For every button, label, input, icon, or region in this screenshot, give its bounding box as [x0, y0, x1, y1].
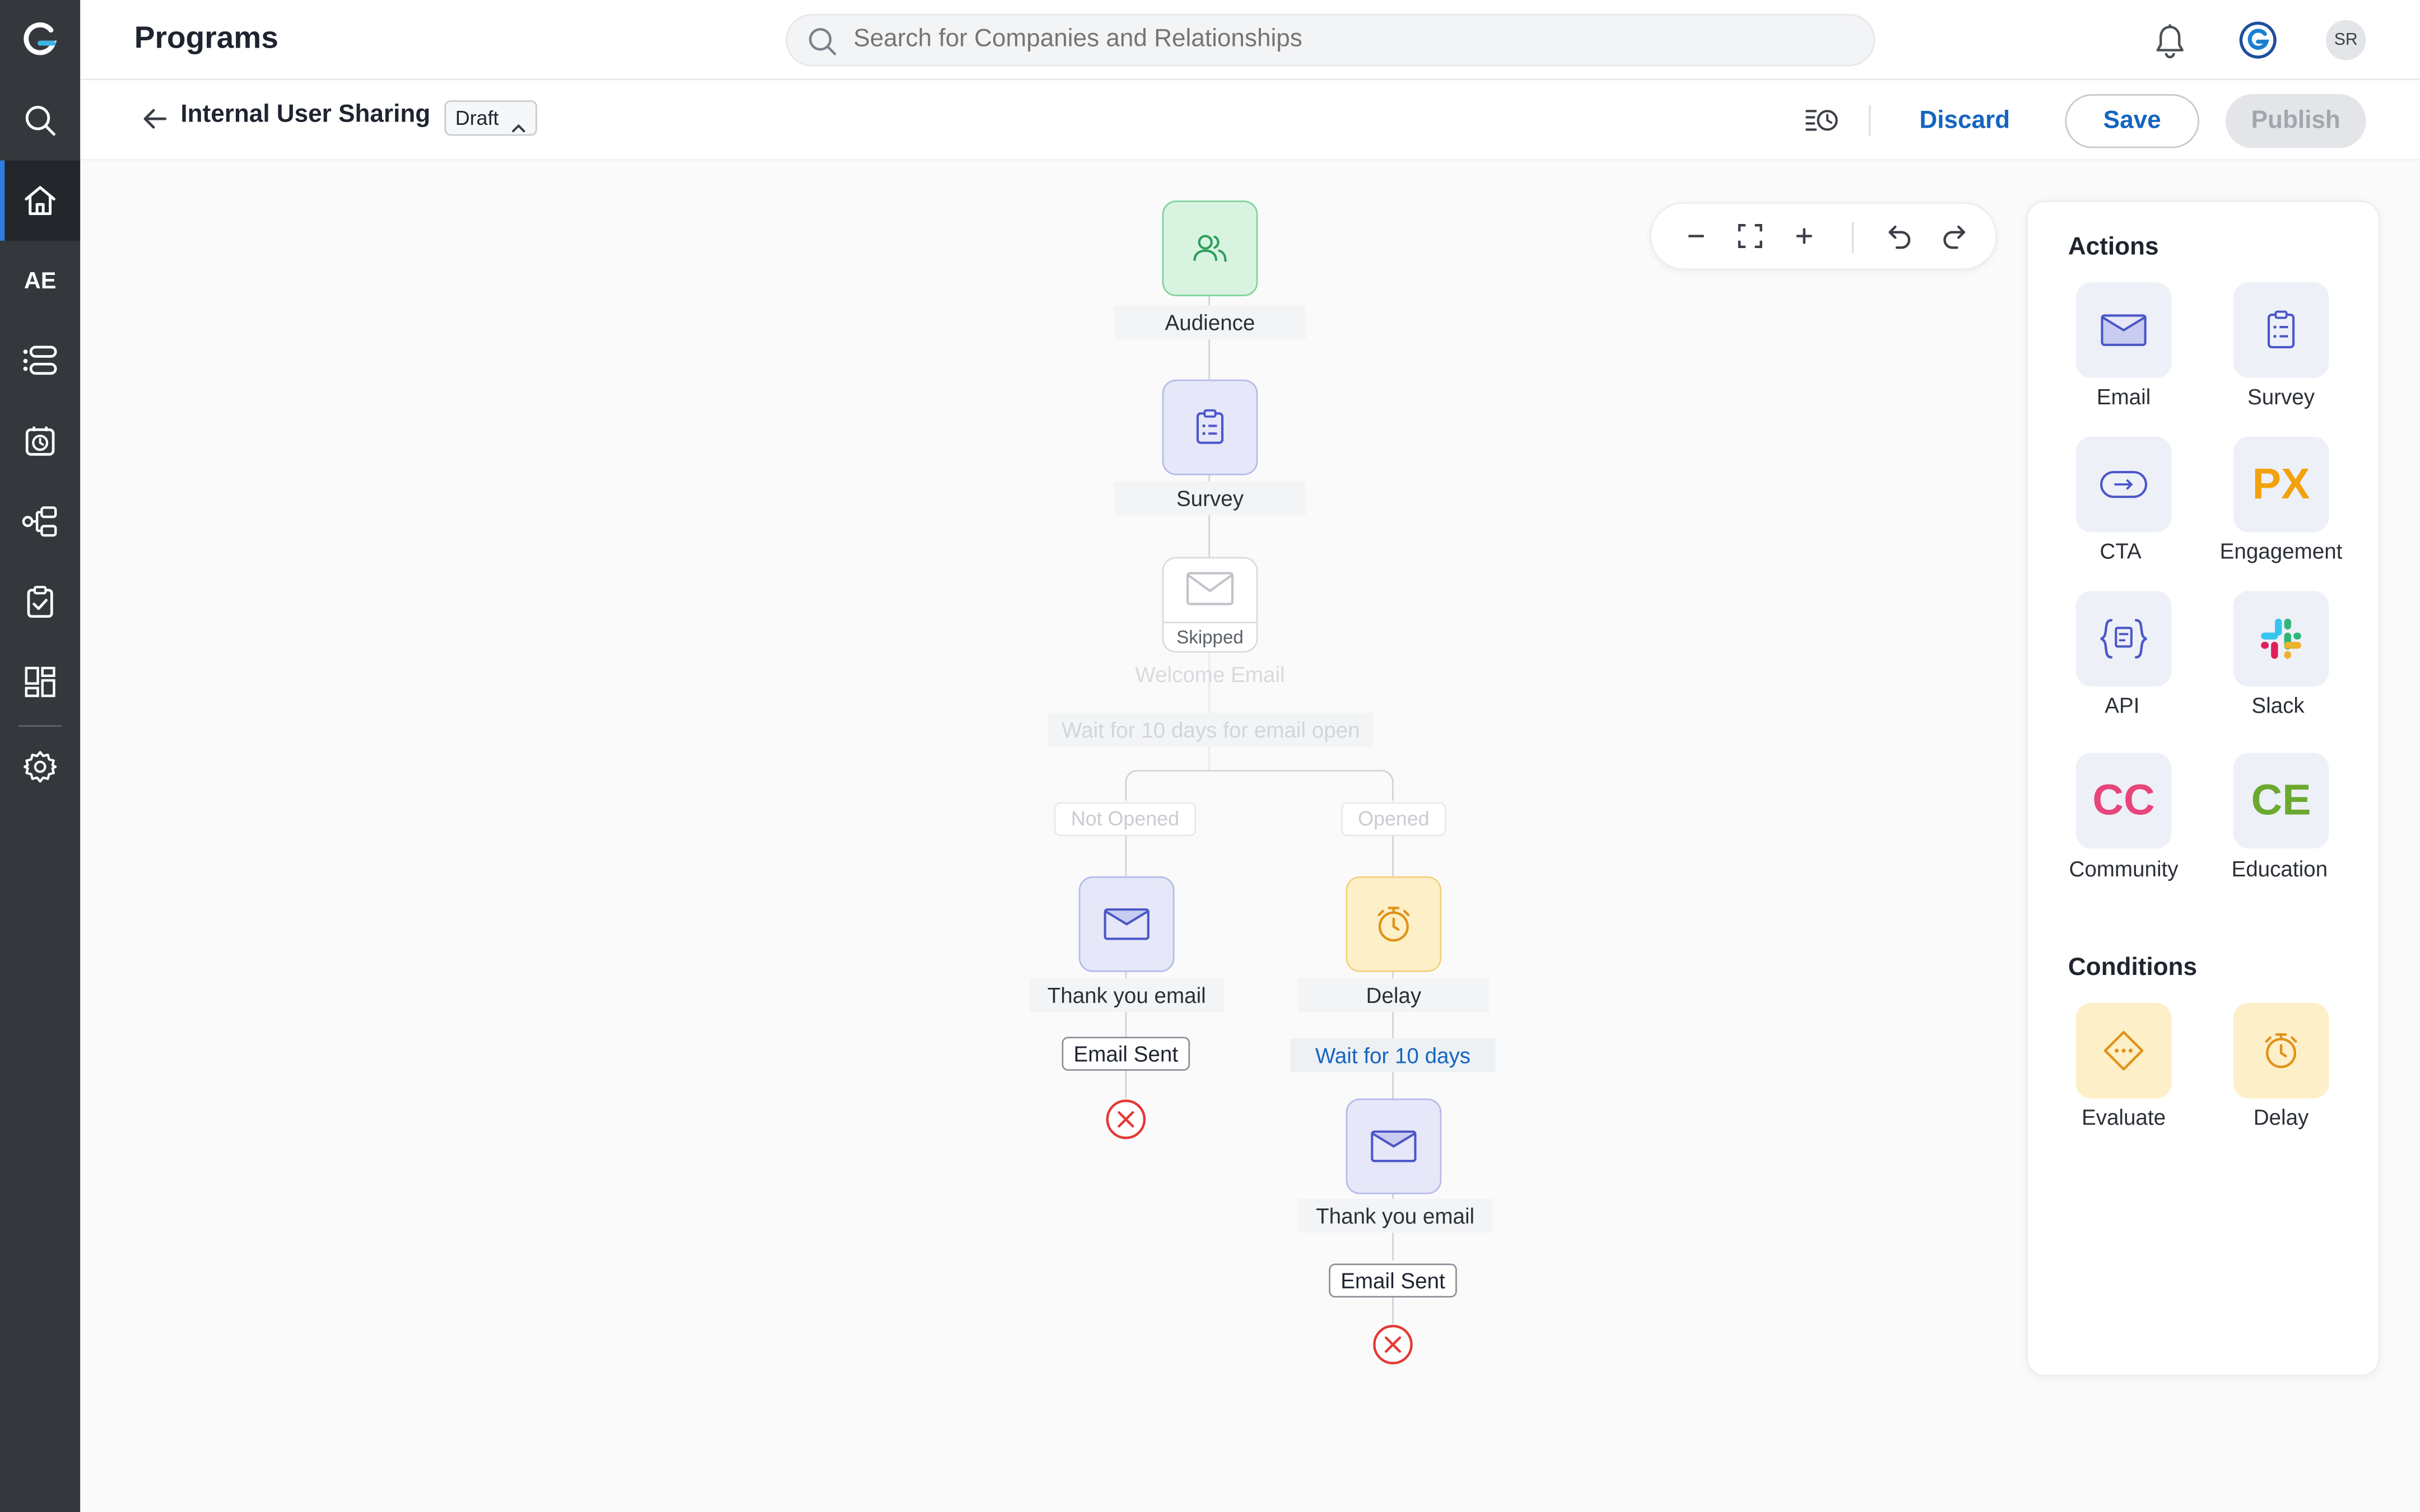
version-history-icon[interactable] [1803, 104, 1840, 145]
email-envelope-icon [1371, 1130, 1417, 1163]
program-toolbar: Internal User Sharing Draft Discard Save… [80, 80, 2420, 161]
fit-screen-icon[interactable] [1736, 222, 1764, 258]
controls-divider [1852, 222, 1854, 253]
welcome-email-label: Welcome Email [1135, 661, 1285, 687]
delay-label: Delay [1298, 978, 1490, 1012]
program-name: Internal User Sharing [180, 101, 431, 128]
thank-you-email-node-left[interactable] [1078, 876, 1175, 972]
back-arrow-icon[interactable] [139, 104, 170, 142]
global-search[interactable] [785, 13, 1876, 67]
action-api-label: API [2105, 693, 2140, 718]
survey-label: Survey [1114, 481, 1306, 516]
clipboard-check-icon[interactable] [0, 562, 80, 642]
status-label: Draft [455, 106, 499, 130]
timer-icon [2265, 1033, 2297, 1068]
zoom-out-icon[interactable] [1684, 223, 1709, 256]
redo-icon[interactable] [1940, 222, 1968, 258]
audience-node[interactable] [1162, 200, 1258, 296]
left-navigation: AE [0, 0, 81, 1512]
branch-not-opened[interactable]: Not Opened [1054, 802, 1197, 837]
action-slack-label: Slack [2251, 693, 2305, 718]
survey-clipboard-icon [1196, 409, 1224, 444]
action-engagement-tile[interactable]: PX [2233, 436, 2329, 533]
px-logo: PX [2252, 460, 2310, 508]
audience-icon [1193, 235, 1227, 262]
action-slack-tile[interactable] [2233, 591, 2329, 687]
email-envelope-icon [2101, 314, 2147, 346]
action-cta-label: CTA [2100, 538, 2142, 563]
action-api-tile[interactable] [2075, 591, 2172, 687]
condition-delay-tile[interactable] [2233, 1002, 2329, 1099]
chevron-up-icon [511, 111, 527, 143]
publish-button[interactable]: Publish [2225, 94, 2366, 148]
action-community-label: Community [2069, 856, 2179, 881]
action-email-tile[interactable] [2075, 282, 2172, 378]
condition-evaluate-tile[interactable] [2075, 1002, 2172, 1099]
delay-wait-label: Wait for 10 days [1290, 1038, 1496, 1072]
evaluate-diamond-icon [2103, 1030, 2144, 1071]
wait-condition-label: Wait for 10 days for email open [1048, 712, 1374, 747]
thank-you-email-label-right: Thank you email [1298, 1198, 1493, 1233]
action-education-tile[interactable]: CE [2233, 753, 2329, 849]
gainsight-logo[interactable] [0, 0, 80, 80]
email-envelope-icon [1104, 908, 1150, 940]
email-sent-badge-right: Email Sent [1329, 1263, 1457, 1298]
undo-icon[interactable] [1886, 222, 1914, 258]
notification-bell-icon[interactable] [2153, 23, 2187, 68]
dashboard-icon[interactable] [0, 642, 80, 722]
condition-delay-label: Delay [2253, 1104, 2309, 1130]
action-education-label: Education [2231, 856, 2328, 881]
canvas-controls [1650, 202, 1998, 270]
end-error-icon[interactable] [1105, 1099, 1147, 1148]
search-icon [807, 26, 838, 65]
toolbar-divider [1869, 105, 1871, 136]
top-bar: Programs SR [80, 0, 2420, 81]
conditions-title: Conditions [2068, 955, 2198, 982]
cc-logo: CC [2092, 776, 2155, 824]
action-survey-tile[interactable] [2233, 282, 2329, 378]
app-switcher-logo-icon[interactable] [2238, 20, 2278, 68]
branch-opened[interactable]: Opened [1341, 802, 1446, 837]
actions-panel: Actions Email Survey CTA PX Engagement A… [2026, 200, 2380, 1376]
home-icon[interactable] [0, 160, 81, 241]
action-email-label: Email [2096, 384, 2151, 409]
calendar-clock-icon[interactable] [0, 401, 80, 481]
action-cta-tile[interactable] [2075, 436, 2172, 533]
slack-icon [2261, 618, 2301, 659]
thank-you-email-label-left: Thank you email [1029, 978, 1224, 1012]
condition-evaluate-label: Evaluate [2081, 1104, 2166, 1130]
timeline-icon[interactable] [0, 321, 80, 401]
email-envelope-icon [1186, 572, 1234, 605]
branch-connector [1125, 769, 1394, 801]
discard-button[interactable]: Discard [1903, 96, 2026, 148]
action-engagement-label: Engagement [2219, 538, 2343, 563]
settings-gear-icon[interactable] [0, 727, 80, 807]
zoom-in-icon[interactable] [1792, 223, 1817, 256]
skipped-badge: Skipped [1162, 622, 1258, 653]
action-survey-label: Survey [2247, 384, 2315, 409]
search-input[interactable] [853, 23, 1841, 57]
avatar[interactable]: SR [2325, 20, 2366, 60]
flow-canvas[interactable]: Audience Survey Skipped Welcome Email Wa… [80, 160, 2420, 1512]
timer-icon [1377, 907, 1410, 942]
ce-logo: CE [2251, 776, 2311, 824]
action-community-tile[interactable]: CC [2075, 753, 2172, 849]
audience-label: Audience [1114, 305, 1306, 340]
email-sent-badge-left: Email Sent [1062, 1037, 1190, 1071]
welcome-email-node[interactable]: Skipped [1162, 557, 1258, 653]
thank-you-email-node-right[interactable] [1346, 1098, 1442, 1194]
end-error-icon[interactable] [1372, 1324, 1413, 1373]
nav-ae[interactable]: AE [0, 241, 80, 321]
survey-node[interactable] [1162, 379, 1258, 475]
search-icon[interactable] [0, 80, 80, 160]
actions-title: Actions [2068, 234, 2159, 261]
page-title: Programs [134, 21, 278, 56]
cta-icon [2100, 470, 2148, 498]
survey-clipboard-icon [2267, 310, 2295, 348]
save-button[interactable]: Save [2065, 94, 2200, 148]
status-dropdown[interactable]: Draft [444, 100, 538, 136]
api-braces-icon [2100, 619, 2147, 659]
journey-orchestrator-icon[interactable] [0, 482, 80, 562]
delay-node[interactable] [1346, 876, 1442, 972]
